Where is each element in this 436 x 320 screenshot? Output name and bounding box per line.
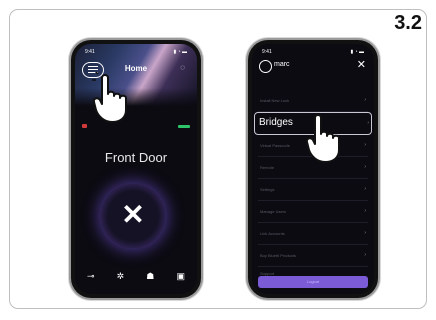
status-bar: 9:41 ▮ ◔ ▬ — [262, 49, 364, 57]
chevron-right-icon: › — [364, 164, 366, 170]
status-time: 9:41 — [85, 49, 95, 55]
notification-icon[interactable]: ◌ — [180, 63, 185, 72]
menu-item-link-accounts[interactable]: Link Accounts › — [258, 223, 368, 245]
menu-item-label: Install New Lock — [260, 98, 290, 103]
status-icons: ▮ ◔ ▬ — [173, 49, 187, 55]
chevron-right-icon: › — [364, 208, 366, 214]
menu-item-label: Manage Users — [260, 209, 287, 214]
menu-item-label: Virtual Passcode — [260, 143, 290, 148]
lock-status-row — [82, 124, 190, 130]
chevron-right-icon: › — [364, 142, 366, 148]
menu-item-install-new-lock[interactable]: Install New Lock › — [258, 90, 368, 112]
menu-item-label: Settings — [260, 187, 275, 192]
avatar[interactable] — [259, 60, 272, 73]
chevron-right-icon: › — [364, 230, 366, 236]
unlock-x-icon: ✕ — [121, 199, 145, 230]
gear-icon[interactable]: ✲ — [117, 271, 125, 282]
menu-item-buy-products[interactable]: Buy Bluetti Products › — [258, 245, 368, 267]
key-icon[interactable]: ⊸ — [87, 271, 95, 282]
menu-screen: 9:41 ▮ ◔ ▬ marc ✕ Install New Lock › Bri… — [252, 44, 374, 294]
status-bar: 9:41 ▮ ◔ ▬ — [85, 49, 187, 57]
status-time: 9:41 — [262, 49, 272, 55]
chevron-right-icon: › — [364, 97, 366, 103]
menu-item-settings[interactable]: Settings › — [258, 179, 368, 201]
chevron-right-icon: › — [364, 186, 366, 192]
menu-item-label: Bridges — [259, 117, 293, 128]
battery-icon — [178, 125, 190, 128]
menu-item-manage-users[interactable]: Manage Users › — [258, 201, 368, 223]
alert-icon — [82, 124, 87, 128]
lock-unlock-button[interactable]: ✕ — [101, 184, 165, 248]
bottom-nav: ⊸ ✲ ☗ ▣ — [81, 270, 191, 282]
device-icon[interactable]: ▣ — [176, 271, 185, 282]
menu-item-label: Link Accounts — [260, 231, 285, 236]
menu-item-label: Buy Bluetti Products — [260, 253, 297, 258]
pointing-hand-icon — [305, 114, 340, 163]
step-number: 3.2 — [394, 12, 422, 34]
menu-item-label: Remote — [260, 165, 275, 170]
chevron-right-icon: › — [364, 252, 366, 258]
chevron-right-icon: › — [367, 120, 369, 126]
phone-menu-screen: 9:41 ▮ ◔ ▬ marc ✕ Install New Lock › Bri… — [248, 40, 378, 298]
username: marc — [274, 61, 290, 68]
status-icons: ▮ ◔ ▬ — [350, 49, 364, 55]
door-name: Front Door — [104, 150, 168, 165]
logout-button[interactable]: Logout — [258, 276, 368, 288]
pointing-hand-icon — [92, 72, 127, 123]
close-icon[interactable]: ✕ — [357, 58, 366, 71]
users-icon[interactable]: ☗ — [146, 271, 154, 282]
